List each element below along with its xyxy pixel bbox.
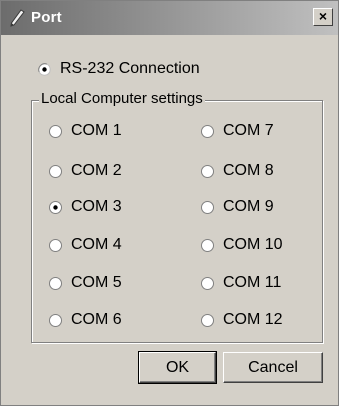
group-legend: Local Computer settings bbox=[39, 90, 205, 107]
radio-unselected-icon bbox=[49, 164, 62, 178]
ok-button[interactable]: OK bbox=[138, 351, 217, 384]
pen-icon bbox=[10, 9, 25, 27]
radio-com6[interactable]: COM 6 bbox=[49, 310, 122, 330]
radio-selected-icon bbox=[49, 200, 62, 214]
radio-com4[interactable]: COM 4 bbox=[49, 235, 122, 255]
radio-com10-label: COM 10 bbox=[223, 236, 283, 253]
radio-com11-label: COM 11 bbox=[223, 274, 282, 291]
radio-com1-label: COM 1 bbox=[71, 122, 122, 139]
radio-com8-label: COM 8 bbox=[223, 162, 274, 179]
radio-com4-label: COM 4 bbox=[71, 236, 122, 253]
radio-com8[interactable]: COM 8 bbox=[201, 161, 274, 181]
window-title: Port bbox=[31, 9, 62, 26]
radio-com3[interactable]: COM 3 bbox=[49, 197, 122, 217]
radio-unselected-icon bbox=[201, 313, 214, 327]
radio-com2[interactable]: COM 2 bbox=[49, 161, 122, 181]
radio-unselected-icon bbox=[201, 200, 214, 214]
radio-unselected-icon bbox=[49, 238, 62, 252]
close-button[interactable]: × bbox=[313, 8, 333, 26]
port-dialog: Port × RS-232 Connection Local Computer … bbox=[0, 0, 339, 406]
radio-com5[interactable]: COM 5 bbox=[49, 273, 122, 293]
radio-com11[interactable]: COM 11 bbox=[201, 273, 281, 293]
radio-com7[interactable]: COM 7 bbox=[201, 121, 274, 141]
radio-com9[interactable]: COM 9 bbox=[201, 197, 274, 217]
radio-unselected-icon bbox=[201, 164, 214, 178]
radio-com9-label: COM 9 bbox=[223, 198, 274, 215]
radio-com6-label: COM 6 bbox=[71, 311, 122, 328]
radio-com7-label: COM 7 bbox=[223, 122, 274, 139]
radio-unselected-icon bbox=[201, 124, 214, 138]
radio-rs232-label: RS-232 Connection bbox=[60, 60, 200, 77]
radio-selected-icon bbox=[38, 62, 51, 76]
radio-com1[interactable]: COM 1 bbox=[49, 121, 122, 141]
radio-unselected-icon bbox=[49, 313, 62, 327]
radio-unselected-icon bbox=[49, 276, 62, 290]
radio-com10[interactable]: COM 10 bbox=[201, 235, 283, 255]
radio-com12[interactable]: COM 12 bbox=[201, 310, 283, 330]
radio-unselected-icon bbox=[201, 238, 214, 252]
radio-unselected-icon bbox=[49, 124, 62, 138]
title-bar[interactable]: Port × bbox=[1, 1, 338, 35]
radio-com5-label: COM 5 bbox=[71, 274, 122, 291]
radio-com12-label: COM 12 bbox=[223, 311, 283, 328]
radio-rs232-connection[interactable]: RS-232 Connection bbox=[38, 59, 200, 79]
close-icon: × bbox=[318, 8, 328, 24]
radio-unselected-icon bbox=[201, 276, 214, 290]
cancel-button[interactable]: Cancel bbox=[223, 352, 323, 383]
radio-com3-label: COM 3 bbox=[71, 198, 122, 215]
radio-com2-label: COM 2 bbox=[71, 162, 122, 179]
